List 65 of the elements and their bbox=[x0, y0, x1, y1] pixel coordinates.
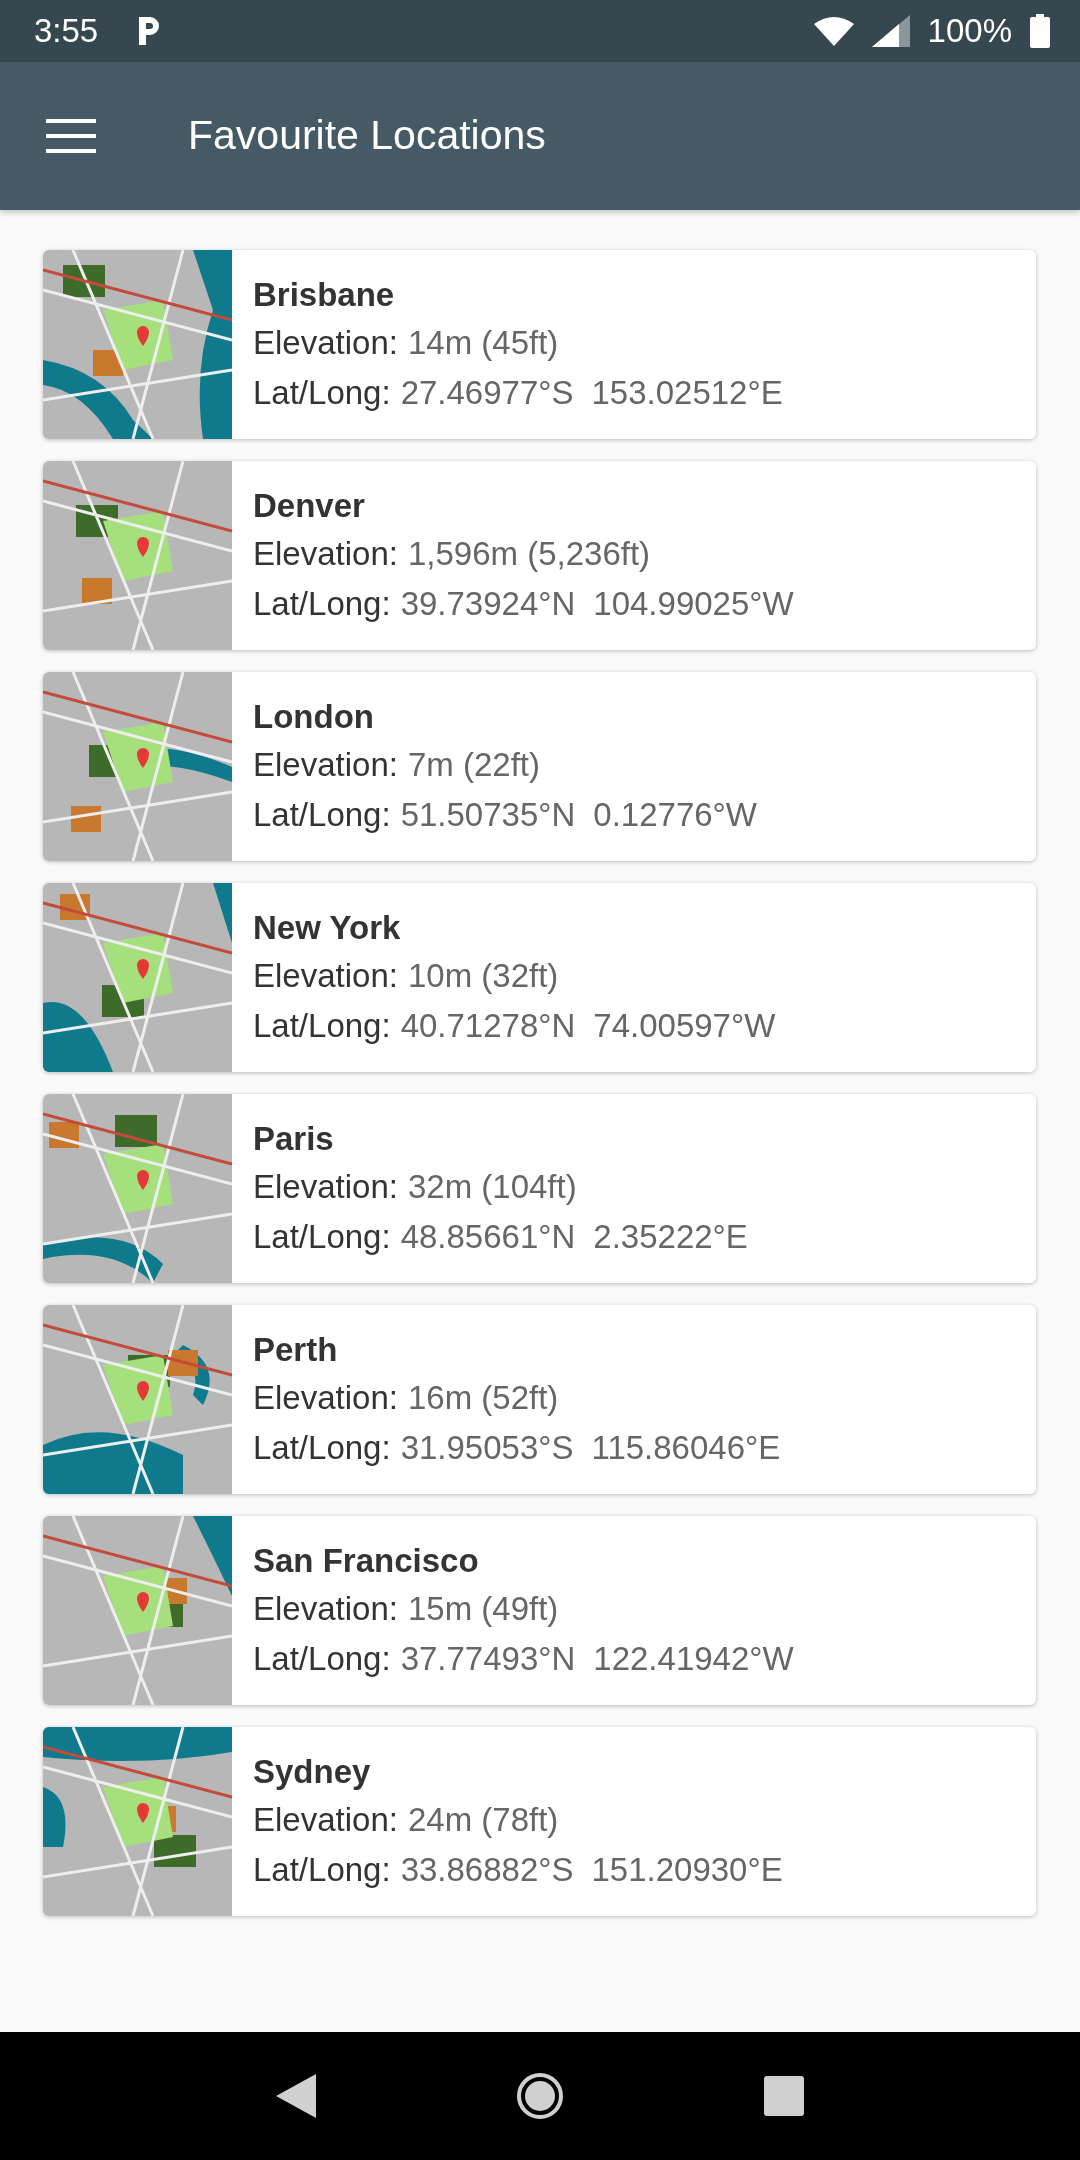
latlong-label: Lat/Long: bbox=[253, 1217, 391, 1257]
longitude-value: 2.35222°E bbox=[593, 1217, 748, 1257]
signal-icon bbox=[871, 15, 910, 47]
location-name: Paris bbox=[253, 1119, 335, 1159]
elevation-value: 7m (22ft) bbox=[407, 745, 540, 785]
longitude-value: 122.41942°W bbox=[593, 1639, 794, 1679]
latitude-value: 31.95053°S bbox=[400, 1428, 574, 1468]
latitude-value: 37.77493°N bbox=[400, 1639, 576, 1679]
longitude-value: 153.02512°E bbox=[591, 373, 783, 413]
clock-time: 3:55 bbox=[34, 11, 99, 52]
elevation-value: 16m (52ft) bbox=[407, 1378, 559, 1418]
wifi-icon bbox=[813, 16, 854, 46]
latitude-value: 51.50735°N bbox=[400, 795, 576, 835]
elevation-label: Elevation: bbox=[253, 1378, 398, 1418]
location-card[interactable]: Paris Elevation: 32m (104ft) Lat/Long: 48.85661°N 2.35222°E bbox=[43, 1094, 1036, 1283]
latitude-value: 27.46977°S bbox=[400, 373, 574, 413]
location-card[interactable]: New York Elevation: 10m (32ft) Lat/Long: 40.71278°N 74.00597°W bbox=[43, 883, 1036, 1072]
elevation-label: Elevation: bbox=[253, 323, 398, 363]
location-card[interactable]: London Elevation: 7m (22ft) Lat/Long: 51.50735°N 0.12776°W bbox=[43, 672, 1036, 861]
latitude-value: 40.71278°N bbox=[400, 1006, 576, 1046]
elevation-label: Elevation: bbox=[253, 1167, 398, 1207]
latitude-value: 48.85661°N bbox=[400, 1217, 576, 1257]
battery-icon bbox=[1030, 14, 1050, 48]
home-icon[interactable] bbox=[516, 2072, 564, 2120]
longitude-value: 151.20930°E bbox=[591, 1850, 783, 1890]
location-name: New York bbox=[253, 908, 402, 948]
elevation-label: Elevation: bbox=[253, 1800, 398, 1840]
elevation-value: 1,596m (5,236ft) bbox=[407, 534, 651, 574]
latitude-value: 39.73924°N bbox=[400, 584, 576, 624]
location-name: London bbox=[253, 697, 375, 737]
latlong-label: Lat/Long: bbox=[253, 1428, 391, 1468]
location-card[interactable]: Denver Elevation: 1,596m (5,236ft) Lat/Long: 39.73924°N 104.99025°W bbox=[43, 461, 1036, 650]
location-name: Denver bbox=[253, 486, 366, 526]
menu-icon[interactable] bbox=[46, 119, 96, 153]
location-card[interactable]: San Francisco Elevation: 15m (49ft) Lat/Long: 37.77493°N 122.41942°W bbox=[43, 1516, 1036, 1705]
elevation-value: 14m (45ft) bbox=[407, 323, 559, 363]
latitude-value: 33.86882°S bbox=[400, 1850, 574, 1890]
elevation-value: 10m (32ft) bbox=[407, 956, 559, 996]
location-card[interactable]: Sydney Elevation: 24m (78ft) Lat/Long: 33.86882°S 151.20930°E bbox=[43, 1727, 1036, 1916]
latlong-label: Lat/Long: bbox=[253, 1639, 391, 1679]
longitude-value: 104.99025°W bbox=[593, 584, 794, 624]
latlong-label: Lat/Long: bbox=[253, 373, 391, 413]
location-card[interactable]: Perth Elevation: 16m (52ft) Lat/Long: 31.95053°S 115.86046°E bbox=[43, 1305, 1036, 1494]
elevation-value: 24m (78ft) bbox=[407, 1800, 559, 1840]
location-name: Brisbane bbox=[253, 275, 396, 315]
latlong-label: Lat/Long: bbox=[253, 1850, 391, 1890]
elevation-label: Elevation: bbox=[253, 745, 398, 785]
longitude-value: 74.00597°W bbox=[593, 1006, 776, 1046]
location-card[interactable]: Brisbane Elevation: 14m (45ft) Lat/Long: 27.46977°S 153.02512°E bbox=[43, 250, 1036, 439]
elevation-label: Elevation: bbox=[253, 956, 398, 996]
elevation-value: 32m (104ft) bbox=[407, 1167, 577, 1207]
longitude-value: 115.86046°E bbox=[591, 1428, 781, 1468]
location-name: San Francisco bbox=[253, 1541, 480, 1581]
latlong-label: Lat/Long: bbox=[253, 584, 391, 624]
longitude-value: 0.12776°W bbox=[593, 795, 757, 835]
elevation-label: Elevation: bbox=[253, 534, 398, 574]
location-name: Perth bbox=[253, 1330, 339, 1370]
location-name: Sydney bbox=[253, 1752, 372, 1792]
screen-title: Favourite Locations bbox=[188, 111, 546, 161]
back-icon[interactable] bbox=[276, 2074, 316, 2118]
latlong-label: Lat/Long: bbox=[253, 1006, 391, 1046]
elevation-value: 15m (49ft) bbox=[407, 1589, 559, 1629]
elevation-label: Elevation: bbox=[253, 1589, 398, 1629]
latlong-label: Lat/Long: bbox=[253, 795, 391, 835]
battery-percent: 100% bbox=[927, 11, 1012, 52]
